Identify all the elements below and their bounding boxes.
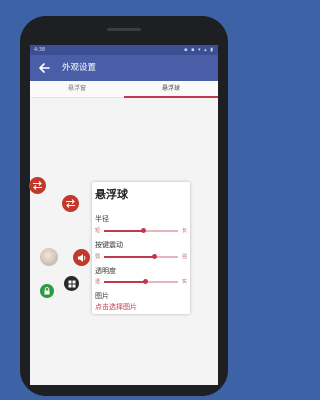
lock-icon (44, 287, 50, 295)
opacity-track (104, 279, 178, 285)
opacity-thumb[interactable] (142, 279, 148, 285)
radius-thumb[interactable] (140, 228, 146, 234)
vibration-thumb[interactable] (151, 254, 157, 260)
grid-icon (68, 280, 75, 287)
radius-slider[interactable]: 短 长 (95, 227, 187, 235)
back-arrow-icon[interactable] (37, 61, 51, 75)
opacity-slider[interactable]: 透 实 (95, 278, 187, 286)
app-bar: 外观设置 (30, 55, 218, 81)
tab-floating-ball[interactable]: 悬浮球 (124, 81, 218, 97)
opacity-label: 透明度 (95, 267, 116, 275)
radius-label: 半径 (95, 215, 109, 223)
radius-max-label: 长 (181, 228, 187, 234)
page-title: 外观设置 (62, 63, 97, 73)
radius-fill (104, 230, 144, 232)
choose-image-link[interactable]: 点击选择图片 (95, 303, 137, 312)
status-icons: ▪ ▪ ▾ ▴ ▮ (184, 47, 214, 53)
phone-speaker (107, 28, 141, 31)
radius-min-label: 短 (95, 228, 101, 234)
status-time: 4:38 (34, 47, 46, 53)
vibration-label: 按键震动 (95, 241, 123, 249)
swap-button-1[interactable] (29, 177, 46, 194)
lock-button[interactable] (40, 284, 54, 298)
swap-icon (33, 181, 42, 190)
opacity-max-label: 实 (181, 279, 187, 285)
radius-track (104, 228, 178, 234)
tab-indicator (124, 96, 218, 98)
vibration-slider[interactable]: 弱 强 (95, 253, 187, 261)
grid-button[interactable] (64, 276, 79, 291)
card-title: 悬浮球 (95, 188, 128, 201)
tab-floating-window[interactable]: 悬浮窗 (30, 81, 124, 97)
volume-icon (77, 253, 85, 262)
swap-button-2[interactable] (62, 195, 79, 212)
volume-button[interactable] (73, 249, 90, 266)
opacity-min-label: 透 (95, 279, 101, 285)
opacity-fill (104, 281, 146, 283)
image-label: 图片 (95, 292, 109, 300)
floating-ball-avatar[interactable] (40, 248, 58, 266)
vibration-track (104, 254, 178, 260)
status-bar: 4:38 ▪ ▪ ▾ ▴ ▮ (30, 45, 218, 55)
vibration-fill (104, 256, 155, 258)
tab-bar: 悬浮窗 悬浮球 (30, 81, 218, 98)
vibration-min-label: 弱 (95, 254, 101, 260)
floating-ball-settings-card: 悬浮球 半径 短 长 按键震动 弱 强 透明度 透 实 图片 点击选择图片 (92, 182, 190, 314)
vibration-max-label: 强 (181, 254, 187, 260)
swap-icon (66, 199, 75, 208)
